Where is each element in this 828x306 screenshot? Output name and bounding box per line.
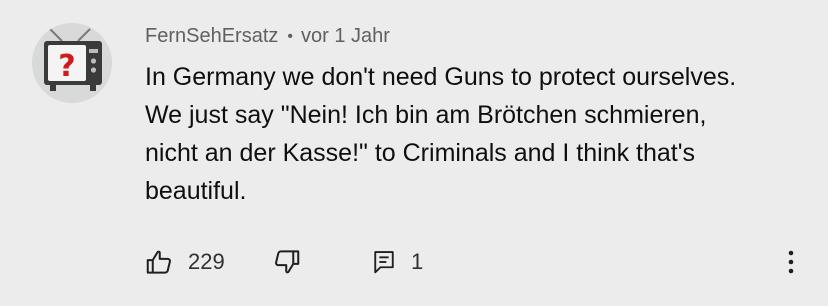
comment-actions: 229 1 xyxy=(0,240,828,284)
comment-text-line: We just say "Nein! Ich bin am Brötchen s… xyxy=(145,101,707,129)
comment-text-line: beautiful. xyxy=(145,177,247,205)
comment-text-line: nicht an der Kasse!" to Criminals and I … xyxy=(145,139,696,167)
like-count: 229 xyxy=(188,249,225,274)
comment-text: In Germany we don't need Guns to protect… xyxy=(145,58,815,210)
tv-question-mark-icon: ? xyxy=(32,23,112,103)
avatar[interactable]: ? xyxy=(32,23,112,103)
more-vertical-icon xyxy=(788,250,794,274)
reply-count: 1 xyxy=(411,249,424,274)
like-button[interactable] xyxy=(144,240,174,284)
comment-time[interactable]: vor 1 Jahr xyxy=(301,25,390,47)
comment-header: FernSehErsatz • vor 1 Jahr xyxy=(145,22,390,50)
author-name[interactable]: FernSehErsatz xyxy=(145,25,278,47)
comment-card: ? FernSehErsatz • vor 1 Jahr In Germany we… xyxy=(0,0,828,306)
reply-comment-icon xyxy=(374,251,394,274)
thumbs-down-icon xyxy=(275,250,300,274)
thumbs-up-icon xyxy=(146,250,171,274)
more-actions-button[interactable] xyxy=(779,240,803,284)
comment-text-line: In Germany we don't need Guns to protect… xyxy=(145,63,737,91)
dislike-button[interactable] xyxy=(272,240,302,284)
reply-button[interactable] xyxy=(370,240,398,284)
svg-text:?: ? xyxy=(58,49,75,84)
meta-separator: • xyxy=(287,28,293,45)
